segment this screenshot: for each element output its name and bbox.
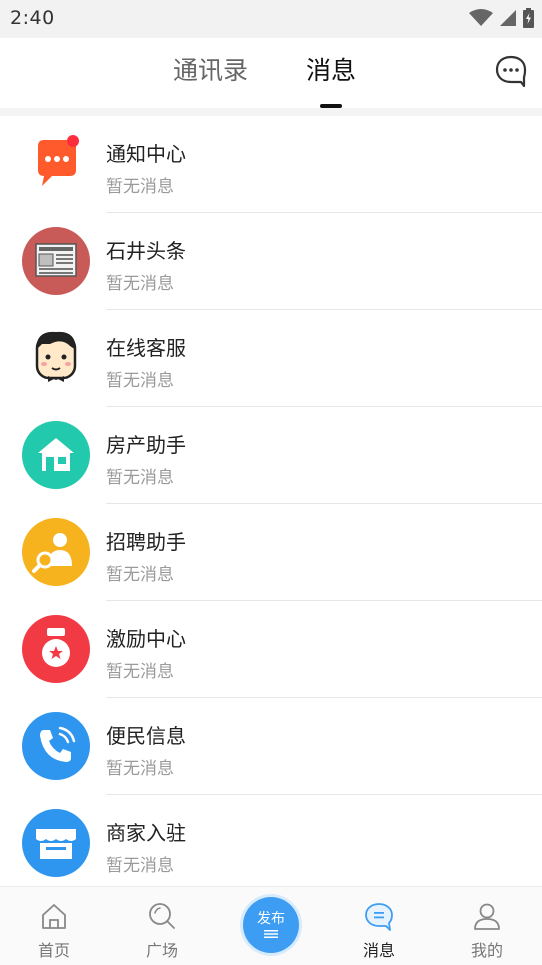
list-item-recruitment-assistant[interactable]: 招聘助手 暂无消息 — [0, 504, 542, 601]
item-title: 激励中心 — [106, 627, 186, 651]
medal-icon — [22, 615, 90, 683]
menu-lines-icon — [264, 930, 278, 938]
tab-messages[interactable]: 消息 — [306, 54, 356, 88]
tab-contacts[interactable]: 通讯录 — [173, 54, 248, 88]
phone-icon — [22, 712, 90, 780]
nav-mine[interactable]: 我的 — [433, 887, 541, 965]
search-icon — [149, 903, 175, 929]
top-nav: 通讯录 消息 — [0, 38, 542, 108]
new-chat-button[interactable] — [494, 54, 528, 88]
item-subtitle: 暂无消息 — [106, 371, 174, 391]
item-title: 在线客服 — [106, 336, 186, 360]
list-item-shijing-headlines[interactable]: 石井头条 暂无消息 — [0, 213, 542, 310]
home-icon — [42, 904, 66, 929]
user-icon — [474, 903, 500, 930]
nav-plaza[interactable]: 广场 — [108, 887, 216, 965]
publish-button[interactable]: 发布 — [243, 897, 299, 953]
customer-service-avatar-icon — [35, 331, 77, 382]
cellular-signal-icon — [500, 10, 516, 26]
storefront-icon — [22, 809, 90, 877]
list-item-incentive-center[interactable]: 激励中心 暂无消息 — [0, 601, 542, 698]
wifi-icon — [469, 9, 493, 26]
item-title: 石井头条 — [106, 239, 186, 263]
list-item-public-info[interactable]: 便民信息 暂无消息 — [0, 698, 542, 795]
item-subtitle: 暂无消息 — [106, 177, 174, 197]
newspaper-icon — [22, 227, 90, 295]
section-gap — [0, 108, 542, 116]
item-title: 房产助手 — [106, 433, 186, 457]
message-bubble-icon — [365, 903, 393, 931]
nav-messages-label: 消息 — [362, 941, 395, 960]
list-item-real-estate-assistant[interactable]: 房产助手 暂无消息 — [0, 407, 542, 504]
publish-label: 发布 — [257, 911, 285, 927]
status-bar: 2:40 — [0, 0, 542, 38]
list-item-merchant-onboarding[interactable]: 商家入驻 暂无消息 — [0, 795, 542, 886]
notification-bubble-icon — [38, 135, 79, 186]
item-subtitle: 暂无消息 — [106, 856, 174, 876]
chat-bubble-icon — [495, 55, 527, 88]
status-time: 2:40 — [10, 7, 55, 29]
item-title: 通知中心 — [106, 142, 186, 166]
item-title: 招聘助手 — [106, 530, 186, 554]
battery-icon — [523, 8, 534, 28]
item-subtitle: 暂无消息 — [106, 565, 174, 585]
item-subtitle: 暂无消息 — [106, 468, 174, 488]
message-list: 通知中心 暂无消息 石井头条 暂无消息 在线客服 暂无消息 房产助手 暂无消息 … — [0, 116, 542, 886]
nav-plaza-label: 广场 — [145, 941, 178, 960]
status-icons — [469, 8, 534, 28]
item-subtitle: 暂无消息 — [106, 759, 174, 779]
house-icon — [22, 421, 90, 489]
list-item-notification-center[interactable]: 通知中心 暂无消息 — [0, 116, 542, 213]
item-subtitle: 暂无消息 — [106, 662, 174, 682]
item-title: 便民信息 — [106, 724, 186, 748]
item-subtitle: 暂无消息 — [106, 274, 174, 294]
recruit-search-icon — [22, 518, 90, 586]
nav-home-label: 首页 — [37, 941, 70, 960]
bottom-nav: 首页 广场 发布 消息 我的 — [0, 886, 542, 965]
nav-mine-label: 我的 — [470, 941, 503, 960]
item-title: 商家入驻 — [106, 821, 186, 845]
list-item-online-support[interactable]: 在线客服 暂无消息 — [0, 310, 542, 407]
nav-home[interactable]: 首页 — [0, 887, 108, 965]
nav-messages[interactable]: 消息 — [325, 887, 433, 965]
